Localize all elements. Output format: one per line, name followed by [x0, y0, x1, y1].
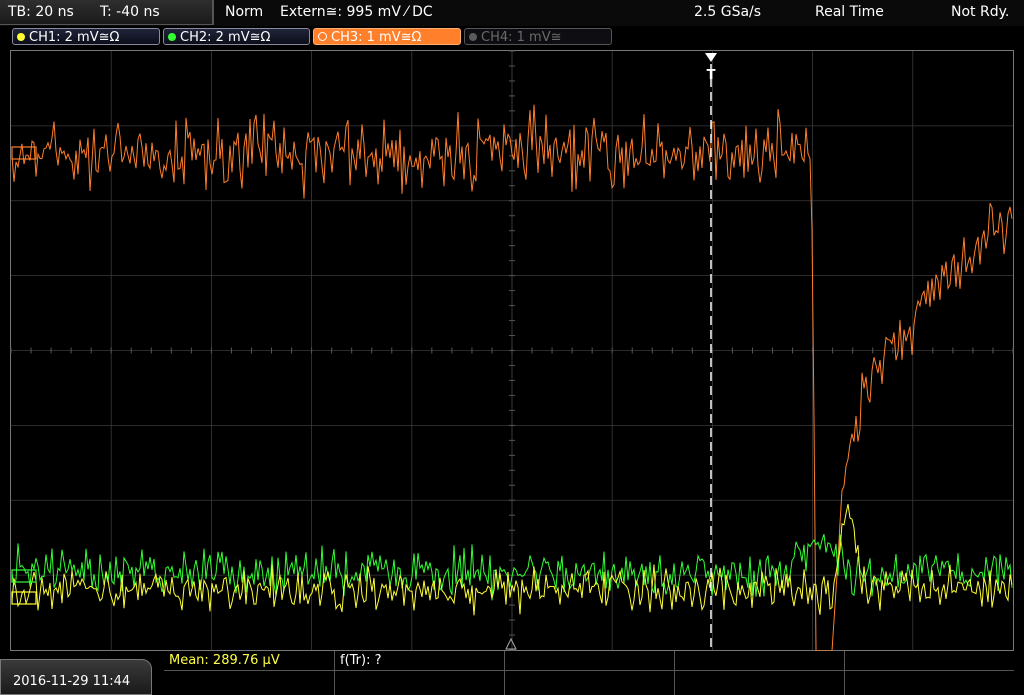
measurement-slot-9[interactable] [844, 671, 1014, 695]
measurement-panel[interactable]: Mean: 289.76 µV f(Tr): ? [164, 651, 1014, 695]
datetime-box: 2016-11-29 11:44 [0, 659, 152, 695]
graticule [10, 50, 1014, 651]
horizontal-position-icon [505, 637, 517, 650]
trigger-label: T [707, 68, 716, 83]
measurement-rise-freq[interactable]: f(Tr): ? [334, 651, 504, 671]
channel-3-offset-marker[interactable] [11, 146, 37, 160]
measurement-slot-4[interactable] [674, 651, 844, 671]
measurement-slot-5[interactable] [844, 651, 1014, 671]
bottom-bar: 2016-11-29 11:44 Mean: 289.76 µV f(Tr): … [0, 651, 1024, 695]
measurement-mean[interactable]: Mean: 289.76 µV [164, 651, 334, 671]
measurement-slot-6[interactable] [334, 671, 504, 695]
measurement-slot-8[interactable] [674, 671, 844, 695]
datetime-label: 2016-11-29 11:44 [13, 674, 131, 689]
measurement-slot-3[interactable] [504, 651, 674, 671]
channel-1-marker-icon [11, 591, 37, 605]
trigger-arrow-icon [705, 53, 717, 62]
measurement-slot-7[interactable] [504, 671, 674, 695]
waveform-plot: T [10, 50, 1014, 651]
channel-3-marker-icon [11, 146, 37, 160]
channel-1-offset-marker[interactable] [11, 591, 37, 605]
